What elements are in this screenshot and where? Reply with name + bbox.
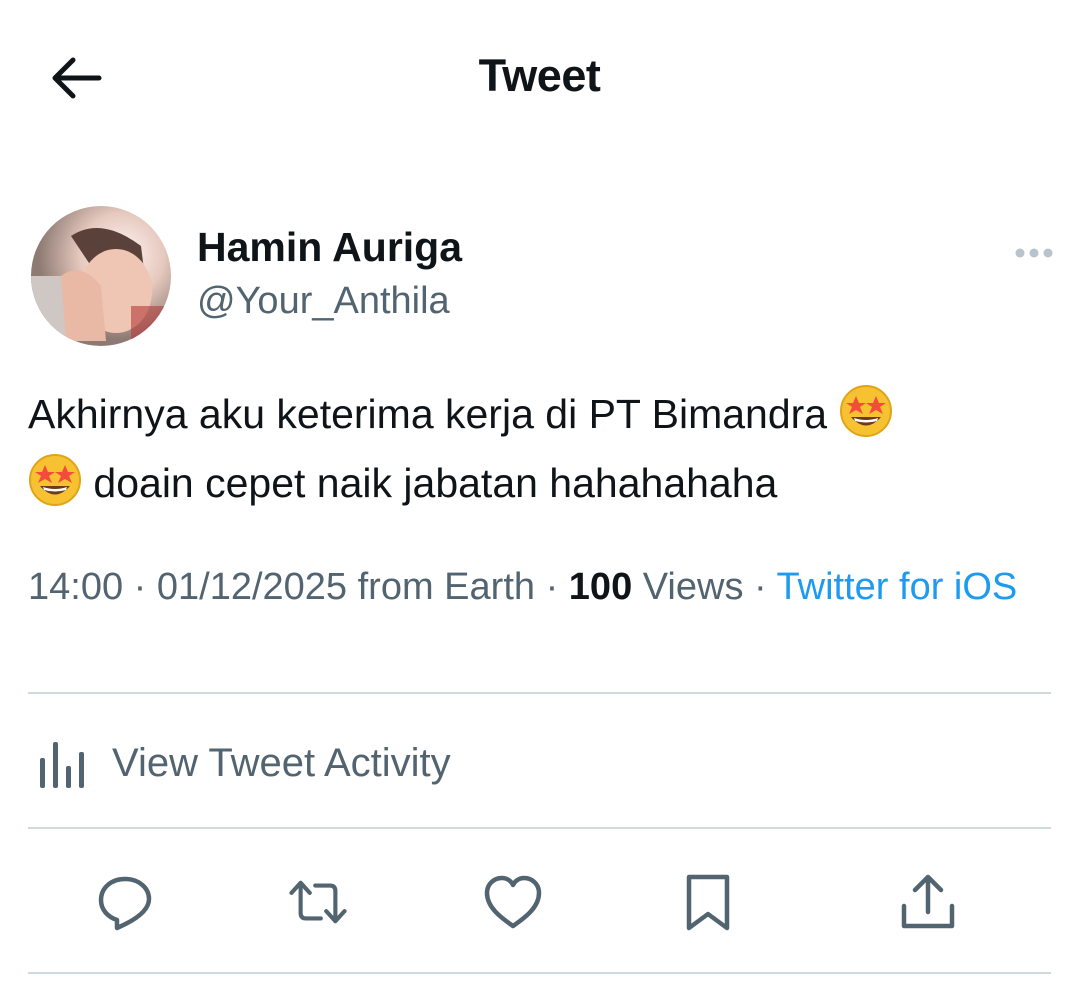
tweet-text-line2: doain cepet naik jabatan hahahahaha (93, 460, 778, 506)
meta-separator: · (545, 566, 559, 608)
view-tweet-activity-button[interactable]: View Tweet Activity (36, 728, 451, 798)
views-count: 100 (568, 566, 633, 608)
tweet-source-link[interactable]: Twitter for iOS (777, 566, 1018, 608)
divider (28, 827, 1051, 829)
avatar[interactable] (31, 206, 171, 346)
avatar-image (31, 206, 171, 346)
analytics-icon (40, 742, 84, 788)
retweet-icon (289, 880, 347, 924)
tweet-date[interactable]: 01/12/2025 (157, 566, 347, 608)
meta-separator: · (133, 566, 147, 608)
star-struck-emoji-icon (839, 385, 892, 437)
tweet-text-line1: Akhirnya aku keterima kerja di PT Bimand… (28, 391, 828, 437)
tweet-meta: 14:00 · 01/12/2025 from Earth · 100 View… (28, 562, 1058, 612)
more-horizontal-icon (1015, 248, 1053, 258)
tweet-time[interactable]: 14:00 (28, 566, 123, 608)
share-button[interactable] (896, 870, 960, 934)
retweet-button[interactable] (286, 870, 350, 934)
tweet-location: from Earth (357, 566, 536, 608)
reply-button[interactable] (93, 870, 157, 934)
like-icon (484, 875, 542, 929)
user-handle[interactable]: @Your_Anthila (197, 280, 450, 323)
share-icon (901, 874, 955, 929)
tweet-text: Akhirnya aku keterima kerja di PT Bimand… (28, 380, 1048, 518)
meta-separator: · (754, 566, 767, 608)
divider (28, 692, 1051, 694)
star-struck-emoji-icon (29, 454, 81, 506)
views-label: Views (642, 566, 744, 608)
display-name[interactable]: Hamin Auriga (197, 224, 462, 271)
divider (28, 972, 1051, 974)
more-options-button[interactable] (1008, 238, 1060, 268)
reply-icon (98, 876, 152, 931)
like-button[interactable] (481, 870, 545, 934)
page-title: Tweet (478, 50, 601, 101)
activity-label: View Tweet Activity (112, 740, 451, 785)
bookmark-button[interactable] (676, 870, 740, 934)
bookmark-icon (686, 874, 730, 931)
